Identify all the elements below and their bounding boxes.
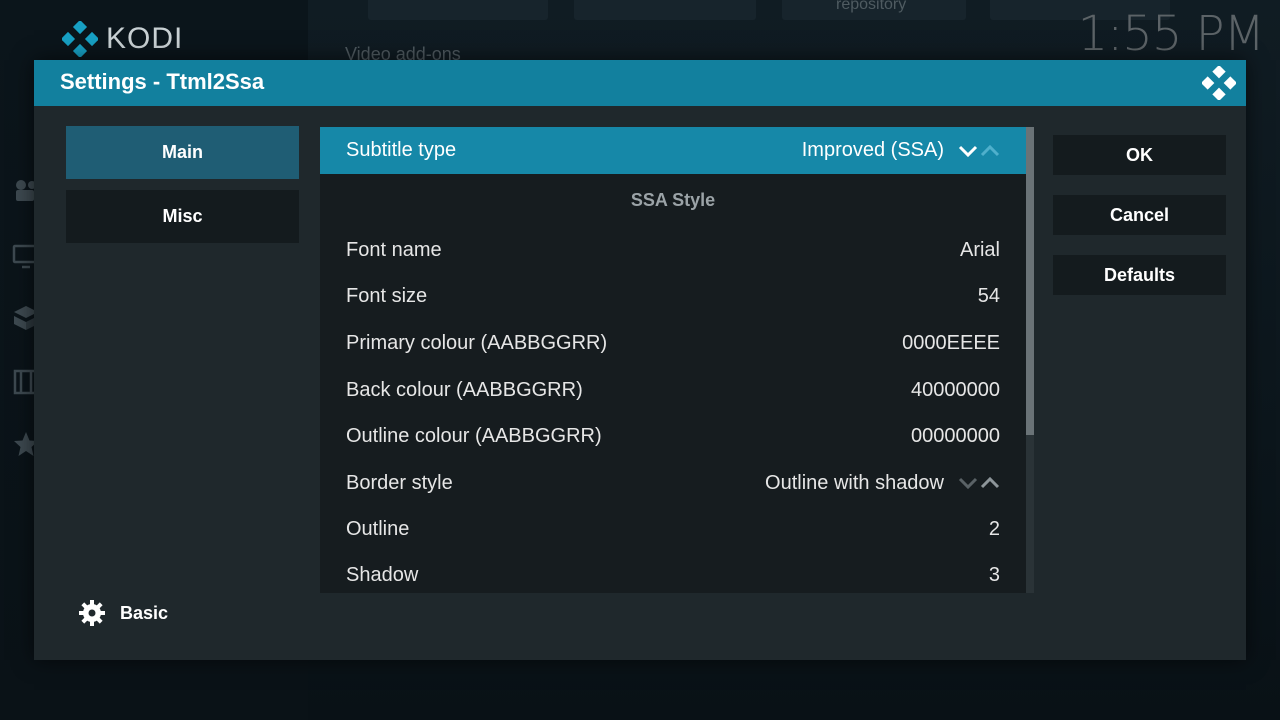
setting-value: 00000000 — [911, 424, 1000, 447]
spinner-arrows — [958, 144, 1000, 158]
chevron-up-icon[interactable] — [980, 144, 1000, 158]
settings-dialog: Settings - Ttml2Ssa Main Misc Basic Subt… — [34, 60, 1246, 660]
setting-label: Border style — [346, 471, 453, 494]
home-tile — [368, 0, 548, 20]
setting-font-name[interactable]: Font name Arial — [320, 227, 1026, 273]
home-tile — [574, 0, 756, 20]
setting-shadow[interactable]: Shadow 3 — [320, 552, 1026, 593]
setting-value: 0000EEEE — [902, 331, 1000, 354]
setting-value: Arial — [959, 238, 1000, 261]
setting-value: 54 — [977, 284, 1000, 307]
setting-subtitle-type[interactable]: Subtitle type Improved (SSA) — [320, 127, 1026, 174]
setting-label: Outline colour (AABBGGRR) — [346, 424, 602, 447]
kodi-logo: KODI — [62, 20, 183, 58]
setting-value: 40000000 — [911, 378, 1000, 401]
category-misc[interactable]: Misc — [66, 190, 299, 243]
settings-scrollbar[interactable] — [1026, 127, 1034, 593]
dialog-body: Main Misc Basic Subtitle type Improved (… — [34, 106, 1246, 660]
setting-label: Outline — [346, 517, 410, 540]
setting-label: Primary colour (AABBGGRR) — [346, 331, 608, 354]
setting-label: Shadow — [346, 563, 419, 586]
setting-label: Subtitle type — [346, 139, 457, 161]
chevron-down-icon[interactable] — [958, 476, 978, 490]
setting-outline[interactable]: Outline 2 — [320, 506, 1026, 552]
ok-button[interactable]: OK — [1053, 135, 1226, 175]
chevron-up-icon[interactable] — [980, 476, 1000, 490]
settings-list: Subtitle type Improved (SSA) SSA Style F… — [320, 127, 1026, 593]
setting-value: Outline with shadow — [765, 471, 944, 494]
kodi-logo-icon — [1202, 66, 1236, 100]
setting-label: Back colour (AABBGGRR) — [346, 378, 583, 401]
settings-level-button[interactable]: Basic — [78, 598, 168, 628]
home-tile-label: repository — [836, 0, 907, 13]
settings-level-label: Basic — [120, 602, 169, 623]
clock: 1:55 PM — [1077, 6, 1265, 62]
setting-value: 3 — [988, 563, 1000, 586]
section-header: SSA Style — [630, 190, 716, 210]
gear-icon — [79, 600, 105, 626]
chevron-down-icon[interactable] — [958, 144, 978, 158]
setting-back-colour[interactable]: Back colour (AABBGGRR) 40000000 — [320, 367, 1026, 413]
scrollbar-thumb[interactable] — [1026, 127, 1034, 435]
setting-label: Font name — [346, 238, 442, 261]
setting-value: 2 — [988, 517, 1000, 540]
setting-outline-colour[interactable]: Outline colour (AABBGGRR) 00000000 — [320, 413, 1026, 459]
dialog-title: Settings - Ttml2Ssa — [60, 69, 265, 94]
setting-label: Font size — [346, 284, 428, 307]
defaults-button[interactable]: Defaults — [1053, 255, 1226, 295]
setting-border-style[interactable]: Border style Outline with shadow — [320, 460, 1026, 506]
category-main[interactable]: Main — [66, 126, 299, 179]
spinner-arrows — [958, 476, 1000, 490]
kodi-logo-text: KODI — [106, 22, 184, 55]
dialog-header: Settings - Ttml2Ssa — [34, 60, 1246, 106]
setting-value: Improved (SSA) — [801, 139, 944, 161]
cancel-button[interactable]: Cancel — [1053, 195, 1226, 235]
setting-primary-colour[interactable]: Primary colour (AABBGGRR) 0000EEEE — [320, 320, 1026, 366]
setting-font-size[interactable]: Font size 54 — [320, 273, 1026, 319]
kodi-logo-icon — [62, 21, 98, 57]
